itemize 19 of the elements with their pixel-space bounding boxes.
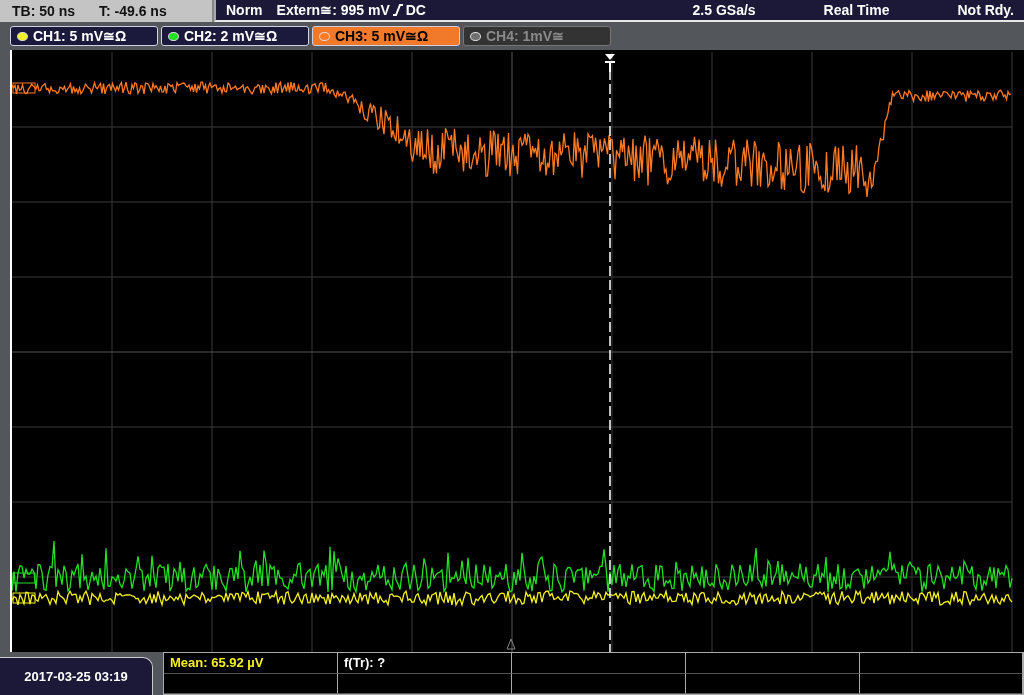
table-cell: Mean: 65.92 µV <box>164 653 338 674</box>
rising-edge-icon <box>392 4 403 16</box>
trigger-position-icon[interactable] <box>506 638 516 650</box>
trigger-marker-icon[interactable] <box>604 54 616 73</box>
timebase-label: TB: 50 ns <box>12 3 75 19</box>
channel-tab[interactable]: CH1: 5 mV≅Ω <box>10 26 158 46</box>
date-time-label: 2017-03-25 03:19 <box>0 657 153 695</box>
trigger-time-label: T: -49.6 ns <box>99 3 167 19</box>
trigger-mode-label: Norm <box>226 2 263 18</box>
channel-tab[interactable]: CH3: 5 mV≅Ω <box>312 26 460 46</box>
sample-rate-label: 2.5 GSa/s <box>692 2 756 18</box>
coupling-label: DC <box>405 2 426 18</box>
channel-marker-icon[interactable] <box>12 572 36 584</box>
channel-marker-icon[interactable] <box>12 82 36 94</box>
status-label: Not Rdy. <box>957 2 1014 18</box>
table-cell: f(Tr): ? <box>338 653 512 674</box>
channel-tab[interactable]: CH2: 2 mV≅Ω <box>161 26 309 46</box>
trigger-source-label: Extern≅: 995 mV <box>276 2 390 18</box>
acquisition-mode-label: Real Time <box>823 2 890 18</box>
